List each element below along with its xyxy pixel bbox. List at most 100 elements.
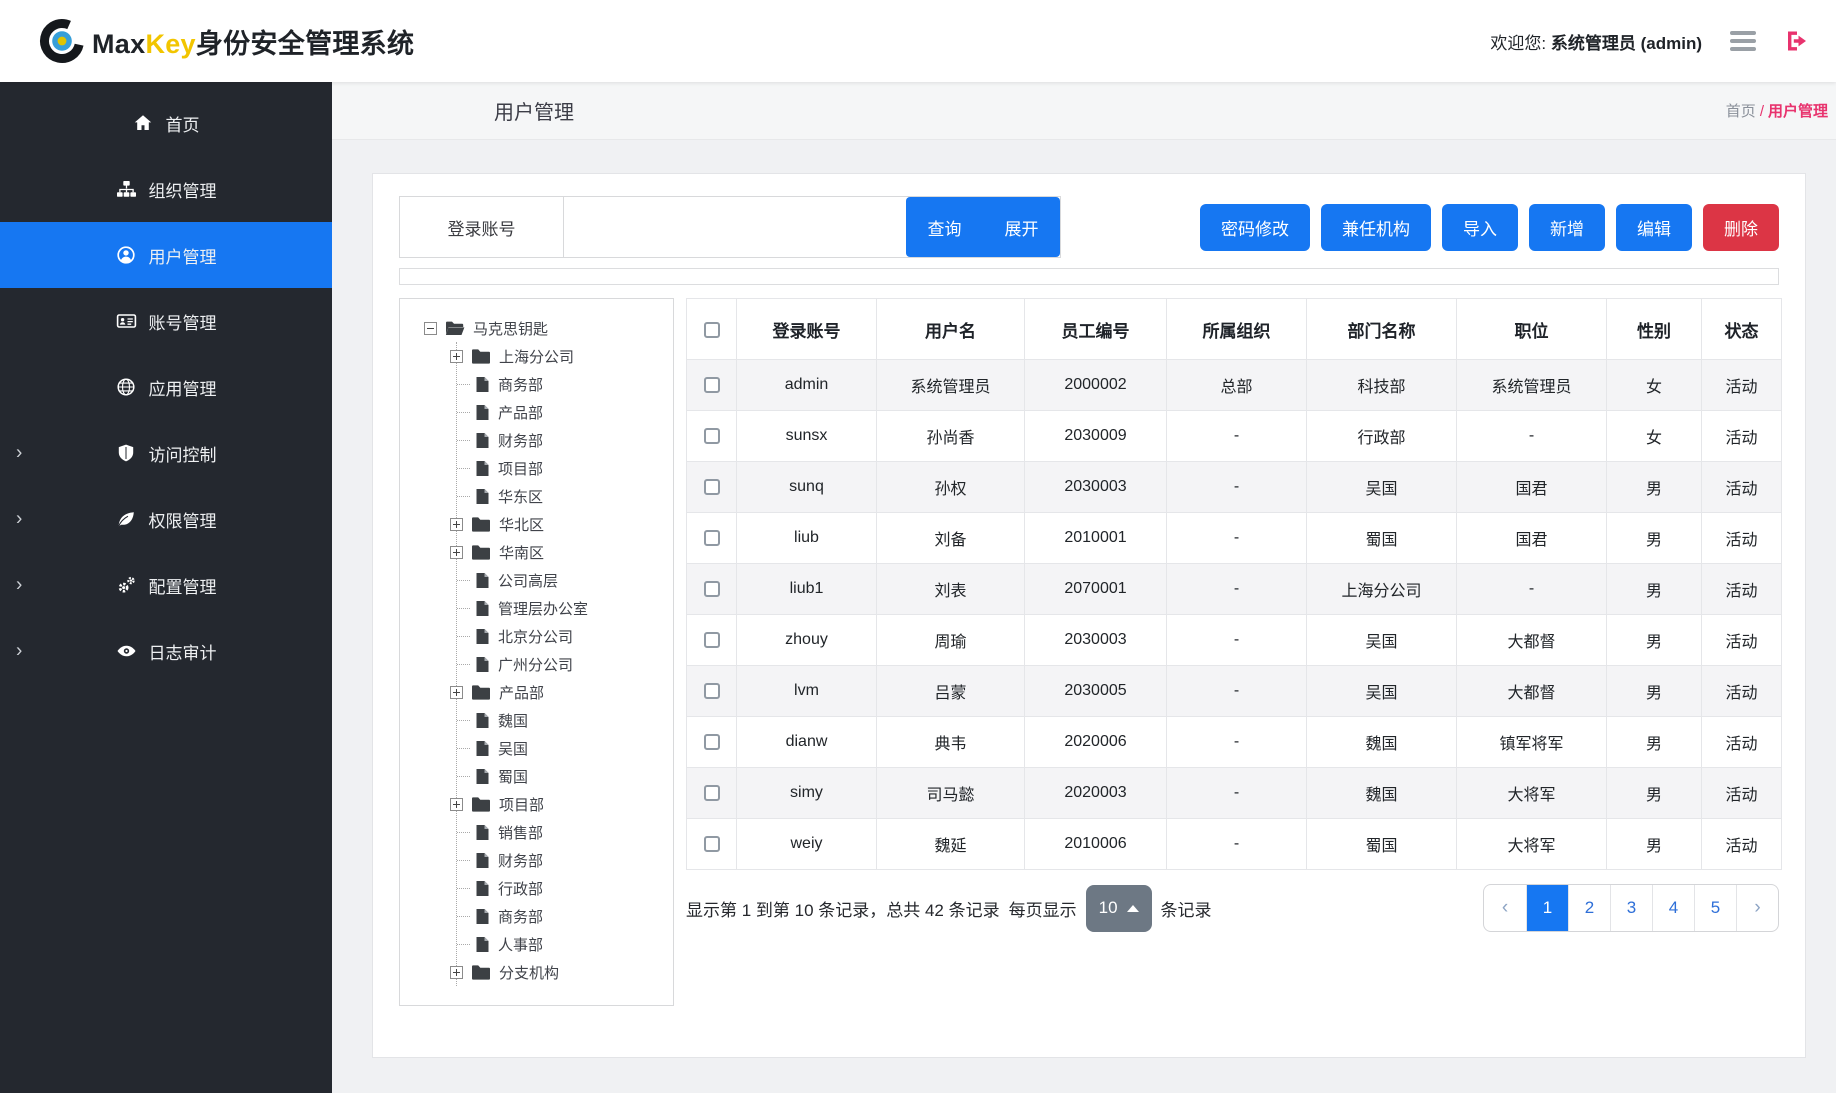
logout-icon[interactable] (1784, 28, 1810, 54)
tree-collapse-toggle[interactable] (424, 322, 437, 335)
tree-node[interactable]: 华东区 (457, 482, 669, 510)
tree-node[interactable]: 财务部 (457, 426, 669, 454)
tree-node[interactable]: 人事部 (457, 930, 669, 958)
tree-node-label[interactable]: 马克思钥匙 (473, 318, 548, 339)
sidebar-item-organization[interactable]: 组织管理 (0, 156, 332, 222)
row-checkbox[interactable] (704, 479, 720, 495)
sidebar-item-configuration[interactable]: ›配置管理 (0, 552, 332, 618)
tree-expand-toggle[interactable] (450, 966, 463, 979)
tree-node[interactable]: 商务部 (457, 902, 669, 930)
table-cell: - (1167, 564, 1307, 615)
row-checkbox[interactable] (704, 734, 720, 750)
page-button-1[interactable]: 1 (1526, 885, 1568, 931)
tree-node[interactable]: 广州分公司 (457, 650, 669, 678)
expand-button[interactable]: 展开 (983, 197, 1060, 257)
tree-node[interactable]: 上海分公司 (457, 342, 669, 370)
table-cell: 司马懿 (877, 768, 1025, 819)
tree-node[interactable]: 产品部 (457, 398, 669, 426)
row-checkbox[interactable] (704, 581, 720, 597)
tree-node[interactable]: 魏国 (457, 706, 669, 734)
tree-node-label[interactable]: 行政部 (498, 878, 543, 899)
login-account-input[interactable] (564, 197, 906, 257)
tree-node-label[interactable]: 吴国 (498, 738, 528, 759)
tree-node-label[interactable]: 管理层办公室 (498, 598, 588, 619)
tree-node-label[interactable]: 商务部 (498, 374, 543, 395)
tree-node-label[interactable]: 蜀国 (498, 766, 528, 787)
page-button-4[interactable]: 4 (1652, 885, 1694, 931)
row-checkbox[interactable] (704, 377, 720, 393)
tree-expand-toggle[interactable] (450, 518, 463, 531)
tree-node[interactable]: 华南区 (457, 538, 669, 566)
edit-button[interactable]: 编辑 (1616, 204, 1692, 251)
tree-node-label[interactable]: 人事部 (498, 934, 543, 955)
tree-node[interactable]: 产品部 (457, 678, 669, 706)
next-page-button[interactable]: › (1736, 885, 1778, 931)
tree-node[interactable]: 马克思钥匙 (424, 314, 669, 342)
import-button[interactable]: 导入 (1442, 204, 1518, 251)
page-button-5[interactable]: 5 (1694, 885, 1736, 931)
select-all-checkbox[interactable] (704, 322, 720, 338)
tree-node-label[interactable]: 产品部 (498, 402, 543, 423)
tree-expand-toggle[interactable] (450, 350, 463, 363)
tree-node-label[interactable]: 华南区 (499, 542, 544, 563)
tree-node-label[interactable]: 销售部 (498, 822, 543, 843)
add-button[interactable]: 新增 (1529, 204, 1605, 251)
page-button-2[interactable]: 2 (1568, 885, 1610, 931)
table-row: dianw典韦2020006-魏国镇军将军男活动 (687, 717, 1782, 768)
tree-node-label[interactable]: 项目部 (498, 458, 543, 479)
tree-node[interactable]: 销售部 (457, 818, 669, 846)
tree-node-label[interactable]: 华北区 (499, 514, 544, 535)
concurrent-org-button[interactable]: 兼任机构 (1321, 204, 1431, 251)
page-size-select[interactable]: 10 (1086, 885, 1152, 932)
tree-node-label[interactable]: 财务部 (498, 430, 543, 451)
sidebar-item-audit-log[interactable]: ›日志审计 (0, 618, 332, 684)
row-checkbox[interactable] (704, 683, 720, 699)
tree-node[interactable]: 财务部 (457, 846, 669, 874)
tree-node-label[interactable]: 项目部 (499, 794, 544, 815)
tree-node-label[interactable]: 商务部 (498, 906, 543, 927)
tree-expand-toggle[interactable] (450, 798, 463, 811)
tree-node[interactable]: 行政部 (457, 874, 669, 902)
sidebar-item-accounts[interactable]: 账号管理 (0, 288, 332, 354)
file-icon (475, 936, 490, 953)
tree-node[interactable]: 项目部 (457, 454, 669, 482)
tree-node-label[interactable]: 分支机构 (499, 962, 559, 983)
tree-node-label[interactable]: 北京分公司 (498, 626, 573, 647)
tree-node-label[interactable]: 上海分公司 (499, 346, 574, 367)
tree-node[interactable]: 吴国 (457, 734, 669, 762)
tree-node[interactable]: 分支机构 (457, 958, 669, 986)
tree-node-label[interactable]: 产品部 (499, 682, 544, 703)
row-checkbox[interactable] (704, 530, 720, 546)
tree-expand-toggle[interactable] (450, 546, 463, 559)
row-checkbox[interactable] (704, 428, 720, 444)
tree-node[interactable]: 管理层办公室 (457, 594, 669, 622)
row-checkbox[interactable] (704, 836, 720, 852)
page-button-3[interactable]: 3 (1610, 885, 1652, 931)
tree-node[interactable]: 蜀国 (457, 762, 669, 790)
tree-node-label[interactable]: 财务部 (498, 850, 543, 871)
sidebar-item-permissions[interactable]: ›权限管理 (0, 486, 332, 552)
menu-toggle-icon[interactable] (1730, 31, 1756, 51)
row-checkbox[interactable] (704, 632, 720, 648)
tree-expand-toggle[interactable] (450, 686, 463, 699)
prev-page-button[interactable]: ‹ (1484, 885, 1526, 931)
tree-node-label[interactable]: 公司高层 (498, 570, 558, 591)
query-button[interactable]: 查询 (906, 197, 983, 257)
change-password-button[interactable]: 密码修改 (1200, 204, 1310, 251)
tree-node[interactable]: 华北区 (457, 510, 669, 538)
tree-node[interactable]: 项目部 (457, 790, 669, 818)
tree-node[interactable]: 北京分公司 (457, 622, 669, 650)
tree-node-label[interactable]: 华东区 (498, 486, 543, 507)
sidebar-item-applications[interactable]: 应用管理 (0, 354, 332, 420)
row-checkbox[interactable] (704, 785, 720, 801)
delete-button[interactable]: 删除 (1703, 204, 1779, 251)
tree-node-label[interactable]: 广州分公司 (498, 654, 573, 675)
sidebar-item-access-control[interactable]: ›访问控制 (0, 420, 332, 486)
table-cell: 孙尚香 (877, 411, 1025, 462)
sidebar-item-home[interactable]: 首页 (0, 90, 332, 156)
sidebar-item-users[interactable]: 用户管理 (0, 222, 332, 288)
tree-node[interactable]: 公司高层 (457, 566, 669, 594)
tree-node[interactable]: 商务部 (457, 370, 669, 398)
tree-node-label[interactable]: 魏国 (498, 710, 528, 731)
breadcrumb-home-link[interactable]: 首页 (1726, 103, 1756, 120)
